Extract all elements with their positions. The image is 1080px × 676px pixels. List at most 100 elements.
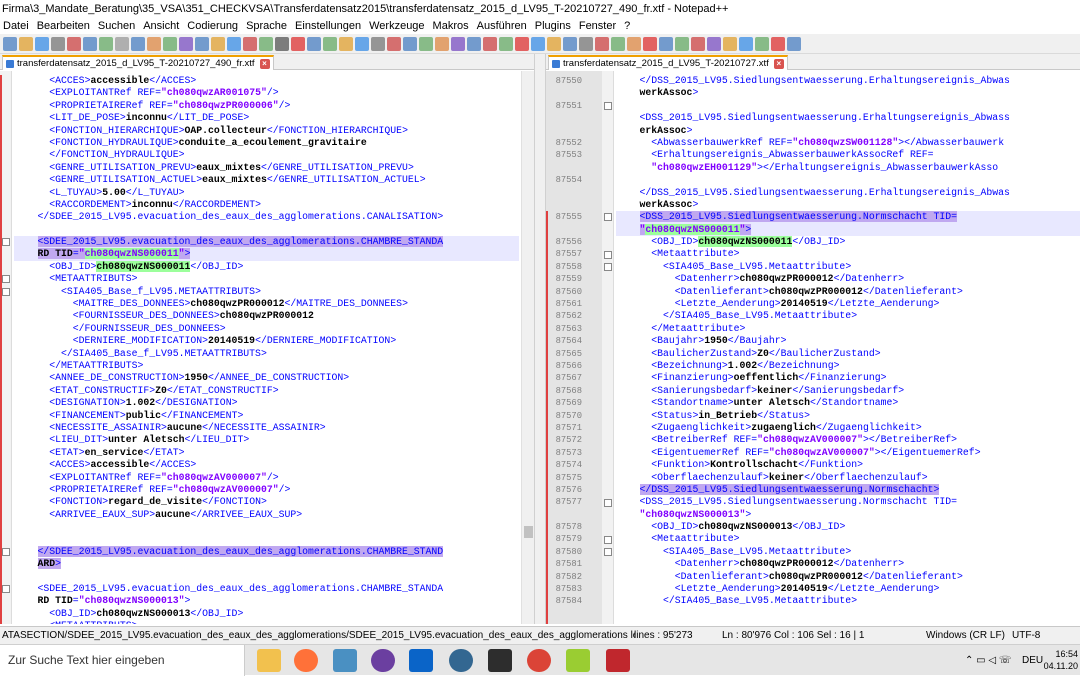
tab-right-file[interactable]: transferdatensatz_2015_d_LV95_T-20210727… bbox=[548, 55, 788, 70]
file-explorer-icon[interactable] bbox=[257, 649, 281, 672]
toolbar-button-icon[interactable] bbox=[467, 37, 481, 51]
code-line[interactable]: <MAITRE_DES_DONNEES>ch080qwzPR000012</MA… bbox=[14, 298, 519, 310]
app-icon[interactable] bbox=[371, 649, 395, 672]
fold-toggle-icon[interactable] bbox=[2, 585, 10, 594]
fold-toggle-icon[interactable] bbox=[2, 275, 10, 284]
code-line[interactable]: erkAssoc> bbox=[616, 125, 1080, 137]
code-line[interactable]: "ch080qwzEH001129"></Erhaltungsereignis_… bbox=[616, 162, 1080, 174]
code-line[interactable]: <Zugaenglichkeit>zugaenglich</Zugaenglic… bbox=[616, 422, 1080, 434]
toolbar-button-icon[interactable] bbox=[675, 37, 689, 51]
code-line[interactable]: <DSS_2015_LV95.Siedlungsentwaesserung.No… bbox=[616, 211, 1080, 224]
toolbar-button-icon[interactable] bbox=[243, 37, 257, 51]
code-line[interactable]: <SIA405_Base_f_LV95.METAATTRIBUTS> bbox=[14, 286, 519, 298]
outlook-icon[interactable] bbox=[409, 649, 433, 672]
app-icon[interactable] bbox=[606, 649, 630, 672]
code-line[interactable]: <ETAT>en_service</ETAT> bbox=[14, 447, 519, 459]
code-line[interactable]: <DSS_2015_LV95.Siedlungsentwaesserung.No… bbox=[616, 496, 1080, 508]
code-line[interactable]: <SDEE_2015_LV95.evacuation_des_eaux_des_… bbox=[14, 583, 519, 595]
code-line[interactable]: <Datenlieferant>ch080qwzPR000012</Datenl… bbox=[616, 286, 1080, 298]
left-scrollbar[interactable] bbox=[521, 71, 534, 624]
code-line[interactable]: </SDEE_2015_LV95.evacuation_des_eaux_des… bbox=[14, 211, 519, 223]
code-line[interactable]: <FONCTION_HIERARCHIQUE>OAP.collecteur</F… bbox=[14, 125, 519, 137]
code-line[interactable]: <Letzte_Aenderung>20140519</Letzte_Aende… bbox=[616, 583, 1080, 595]
menu-item[interactable]: Makros bbox=[430, 20, 474, 32]
code-line[interactable]: <Baujahr>1950</Baujahr> bbox=[616, 335, 1080, 347]
fold-toggle-icon[interactable] bbox=[2, 238, 10, 247]
toolbar-button-icon[interactable] bbox=[611, 37, 625, 51]
fold-toggle-icon[interactable] bbox=[604, 263, 612, 271]
close-icon[interactable]: × bbox=[773, 59, 784, 69]
code-line[interactable]: <OBJ_ID>ch080qwzNS000011</OBJ_ID> bbox=[14, 260, 519, 273]
code-line[interactable]: <Letzte_Aenderung>20140519</Letzte_Aende… bbox=[616, 298, 1080, 310]
code-line[interactable]: <SIA405_Base_LV95.Metaattribute> bbox=[616, 546, 1080, 558]
right-editor[interactable]: 87550 87551 87552 87553 87554 87555 87556 87557… bbox=[546, 71, 1080, 624]
toolbar-button-icon[interactable] bbox=[499, 37, 513, 51]
toolbar-button-icon[interactable] bbox=[195, 37, 209, 51]
close-icon[interactable]: × bbox=[259, 59, 270, 69]
toolbar-button-icon[interactable] bbox=[99, 37, 113, 51]
menu-item[interactable]: Datei bbox=[0, 20, 34, 32]
code-line[interactable]: <ACCES>accessible</ACCES> bbox=[14, 75, 519, 87]
code-line[interactable]: </SIA405_Base_f_LV95.METAATTRIBUTS> bbox=[14, 348, 519, 360]
toolbar-button-icon[interactable] bbox=[227, 37, 241, 51]
menu-item[interactable]: Plugins bbox=[532, 20, 576, 32]
menu-item[interactable]: Ansicht bbox=[140, 20, 184, 32]
toolbar-button-icon[interactable] bbox=[435, 37, 449, 51]
menu-item[interactable]: Bearbeiten bbox=[34, 20, 95, 32]
fold-toggle-icon[interactable] bbox=[2, 548, 10, 557]
code-line[interactable]: <SDEE_2015_LV95.evacuation_des_eaux_des_… bbox=[14, 236, 519, 249]
left-code[interactable]: <ACCES>accessible</ACCES> <EXPLOITANTRef… bbox=[14, 75, 519, 624]
fold-toggle-icon[interactable] bbox=[604, 548, 612, 557]
menu-item[interactable]: Suchen bbox=[95, 20, 140, 32]
menu-item[interactable]: Ausführen bbox=[474, 20, 532, 32]
toolbar-button-icon[interactable] bbox=[771, 37, 785, 51]
code-line[interactable]: <Erhaltungsereignis_AbwasserbauwerkAssoc… bbox=[616, 149, 1080, 161]
toolbar-button-icon[interactable] bbox=[643, 37, 657, 51]
code-line[interactable]: <PROPRIETAIRERef REF="ch080qwzPR000006"/… bbox=[14, 100, 519, 112]
fold-toggle-icon[interactable] bbox=[604, 213, 612, 222]
tray-icons[interactable]: ⌃ ▭ ◁ ☏ bbox=[965, 645, 1011, 676]
code-line[interactable]: <OBJ_ID>ch080qwzNS000011</OBJ_ID> bbox=[616, 236, 1080, 248]
code-line[interactable]: <DSS_2015_LV95.Siedlungsentwaesserung.Er… bbox=[616, 112, 1080, 124]
code-line[interactable] bbox=[616, 174, 1080, 186]
chrome-icon[interactable] bbox=[527, 649, 551, 672]
code-line[interactable]: <Funktion>Kontrollschacht</Funktion> bbox=[616, 459, 1080, 471]
code-line[interactable]: <Standortname>unter Aletsch</Standortnam… bbox=[616, 397, 1080, 409]
notepadpp-icon[interactable] bbox=[566, 649, 590, 672]
toolbar-button-icon[interactable] bbox=[131, 37, 145, 51]
toolbar-button-icon[interactable] bbox=[787, 37, 801, 51]
code-line[interactable]: <Finanzierung>oeffentlich</Finanzierung> bbox=[616, 372, 1080, 384]
code-line[interactable]: <ARRIVEE_EAUX_SUP>aucune</ARRIVEE_EAUX_S… bbox=[14, 509, 519, 521]
toolbar-button-icon[interactable] bbox=[739, 37, 753, 51]
code-line[interactable]: <ETAT_CONSTRUCTIF>Z0</ETAT_CONSTRUCTIF> bbox=[14, 385, 519, 397]
toolbar-button-icon[interactable] bbox=[179, 37, 193, 51]
code-line[interactable]: werkAssoc> bbox=[616, 87, 1080, 99]
code-line[interactable]: <METAATTRIBUTS> bbox=[14, 620, 519, 624]
code-line[interactable]: <FONCTION_HYDRAULIQUE>conduite_a_ecoulem… bbox=[14, 137, 519, 149]
code-line[interactable]: <Oberflaechenzulauf>keiner</Oberflaechen… bbox=[616, 472, 1080, 484]
toolbar-button-icon[interactable] bbox=[627, 37, 641, 51]
scroll-thumb[interactable] bbox=[524, 526, 533, 538]
toolbar-button-icon[interactable] bbox=[307, 37, 321, 51]
code-line[interactable]: </FONCTION_HYDRAULIQUE> bbox=[14, 149, 519, 161]
code-line[interactable]: <FONCTION>regard_de_visite</FONCTION> bbox=[14, 496, 519, 508]
toolbar-button-icon[interactable] bbox=[163, 37, 177, 51]
menu-item[interactable]: Fenster bbox=[576, 20, 621, 32]
code-line[interactable]: <ACCES>accessible</ACCES> bbox=[14, 459, 519, 471]
code-line[interactable]: RD TID="ch080qwzNS000011"> bbox=[14, 248, 519, 261]
code-line[interactable]: <AbwasserbauwerkRef REF="ch080qwzSW00112… bbox=[616, 137, 1080, 149]
code-line[interactable]: </Metaattribute> bbox=[616, 323, 1080, 335]
fold-toggle-icon[interactable] bbox=[604, 101, 612, 110]
toolbar-button-icon[interactable] bbox=[323, 37, 337, 51]
toolbar-button-icon[interactable] bbox=[579, 37, 593, 51]
toolbar-button-icon[interactable] bbox=[339, 37, 353, 51]
language-indicator[interactable]: DEU bbox=[1022, 645, 1043, 676]
menu-item[interactable]: Werkzeuge bbox=[366, 20, 429, 32]
code-line[interactable]: <RACCORDEMENT>inconnu</RACCORDEMENT> bbox=[14, 199, 519, 211]
fold-toggle-icon[interactable] bbox=[604, 498, 612, 507]
toolbar-button-icon[interactable] bbox=[403, 37, 417, 51]
toolbar-button-icon[interactable] bbox=[691, 37, 705, 51]
code-line[interactable]: <ANNEE_DE_CONSTRUCTION>1950</ANNEE_DE_CO… bbox=[14, 372, 519, 384]
code-line[interactable]: <SIA405_Base_LV95.Metaattribute> bbox=[616, 261, 1080, 273]
code-line[interactable]: <NECESSITE_ASSAINIR>aucune</NECESSITE_AS… bbox=[14, 422, 519, 434]
